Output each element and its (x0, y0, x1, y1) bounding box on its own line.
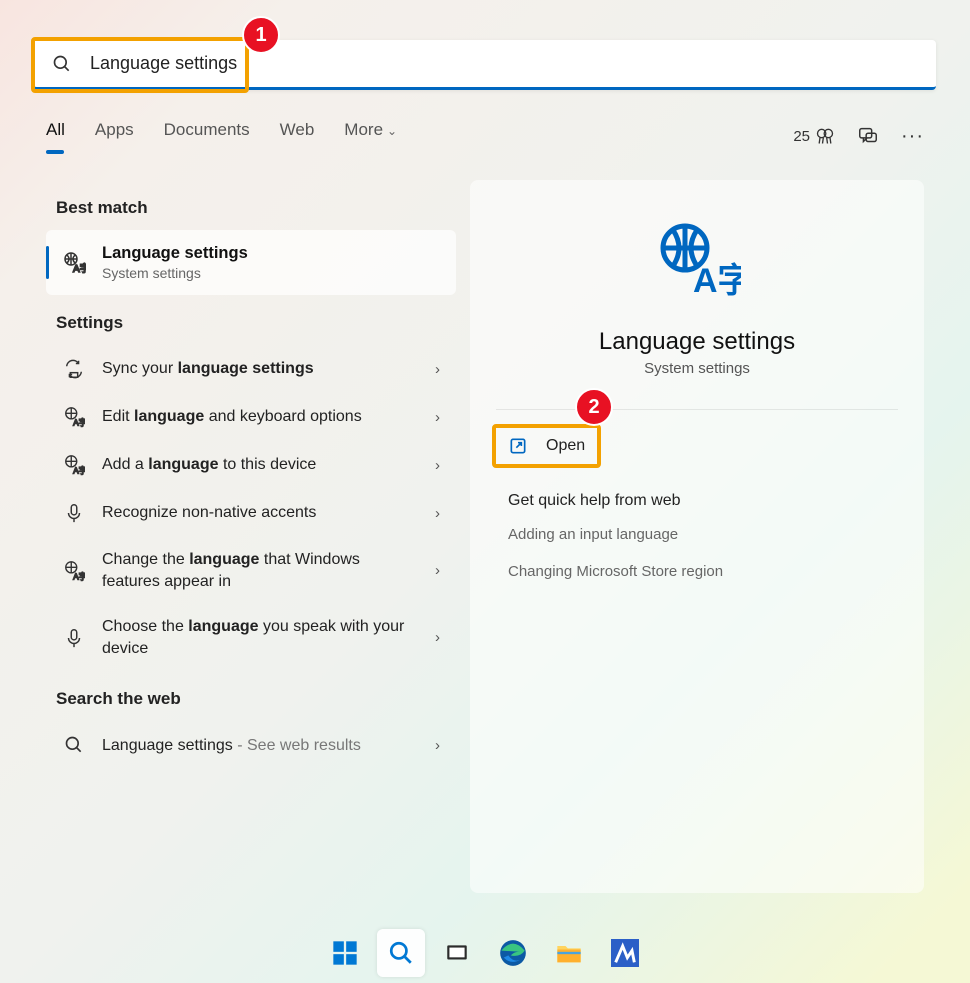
tab-documents[interactable]: Documents (164, 120, 250, 152)
heading-settings: Settings (56, 313, 456, 333)
sync-icon (62, 357, 86, 381)
chevron-right-icon: › (435, 629, 440, 646)
preview-subtitle: System settings (470, 360, 924, 377)
tab-all[interactable]: All (46, 120, 65, 152)
tab-web[interactable]: Web (280, 120, 315, 152)
heading-best-match: Best match (56, 198, 456, 218)
medal-icon (815, 126, 835, 146)
microphone-icon (62, 501, 86, 525)
best-match-subtitle: System settings (102, 265, 248, 281)
taskbar-start-button[interactable] (321, 929, 369, 977)
results-pane: Best match A字 Language settings System s… (46, 180, 456, 893)
language-icon: A字 (62, 559, 86, 583)
setting-add-language[interactable]: A字 Add a language to this device › (46, 441, 456, 489)
setting-change-language[interactable]: A字 Change the language that Windows feat… (46, 537, 456, 604)
taskbar-edge-button[interactable] (489, 929, 537, 977)
search-icon (52, 54, 72, 74)
setting-choose-language[interactable]: Choose the language you speak with your … (46, 604, 456, 671)
chevron-right-icon: › (435, 737, 440, 754)
taskbar-app-button[interactable] (601, 929, 649, 977)
language-icon: A字 (62, 405, 86, 429)
taskbar-taskview-button[interactable] (433, 929, 481, 977)
chevron-down-icon: ⌄ (387, 124, 397, 138)
svg-text:A字: A字 (73, 417, 85, 427)
annotation-callout-1: 1 (242, 16, 280, 54)
more-options-button[interactable]: ··· (901, 125, 924, 148)
taskbar-explorer-button[interactable] (545, 929, 593, 977)
microphone-icon (62, 626, 86, 650)
divider (496, 409, 898, 410)
open-external-icon (508, 436, 528, 456)
help-link-input-language[interactable]: Adding an input language (508, 526, 886, 543)
help-heading: Get quick help from web (508, 492, 886, 510)
tabs-row: All Apps Documents Web More⌄ 25 ··· (46, 120, 924, 152)
setting-edit-language[interactable]: A字 Edit language and keyboard options › (46, 393, 456, 441)
svg-text:A字: A字 (693, 262, 741, 300)
preview-app-icon: A字 (470, 220, 924, 300)
chat-icon[interactable] (857, 125, 879, 147)
preview-title: Language settings (470, 328, 924, 356)
best-match-result[interactable]: A字 Language settings System settings (46, 230, 456, 295)
language-icon: A字 (62, 453, 86, 477)
language-settings-icon: A字 (62, 251, 86, 275)
rewards-points[interactable]: 25 (793, 126, 835, 146)
taskbar-search-button[interactable] (377, 929, 425, 977)
web-result[interactable]: Language settings - See web results › (46, 721, 456, 769)
svg-text:A字: A字 (73, 465, 85, 475)
svg-text:A字: A字 (73, 571, 85, 581)
annotation-callout-2: 2 (575, 388, 613, 426)
heading-search-web: Search the web (56, 689, 456, 709)
search-window: 1 All Apps Documents Web More⌄ 25 ··· Be… (10, 10, 960, 913)
search-bar[interactable] (34, 40, 936, 90)
setting-recognize-accents[interactable]: Recognize non-native accents › (46, 489, 456, 537)
open-button[interactable]: Open (496, 428, 597, 464)
tab-more[interactable]: More⌄ (344, 120, 397, 152)
search-input[interactable] (88, 52, 918, 75)
search-icon (62, 733, 86, 757)
help-link-store-region[interactable]: Changing Microsoft Store region (508, 563, 886, 580)
best-match-title: Language settings (102, 244, 248, 263)
svg-text:A字: A字 (73, 262, 86, 275)
setting-sync-language[interactable]: Sync your language settings › (46, 345, 456, 393)
chevron-right-icon: › (435, 562, 440, 579)
chevron-right-icon: › (435, 409, 440, 426)
taskbar (0, 923, 970, 983)
chevron-right-icon: › (435, 457, 440, 474)
chevron-right-icon: › (435, 505, 440, 522)
chevron-right-icon: › (435, 361, 440, 378)
tab-apps[interactable]: Apps (95, 120, 134, 152)
preview-pane: A字 Language settings System settings Ope… (470, 180, 924, 893)
